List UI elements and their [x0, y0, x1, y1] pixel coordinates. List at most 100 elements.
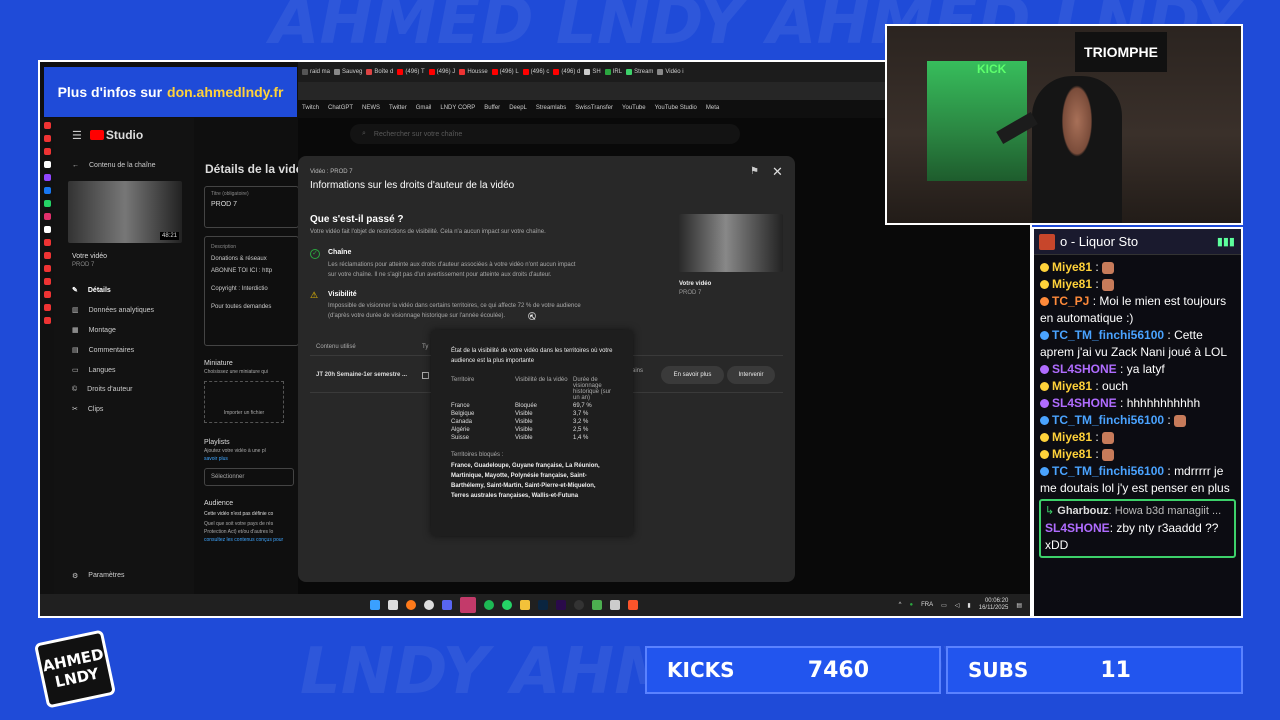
emote-icon	[1102, 278, 1115, 291]
brave-icon[interactable]	[628, 600, 638, 610]
feedback-icon[interactable]: ⚑	[750, 166, 759, 177]
bookmark-item[interactable]: Twitter	[389, 105, 407, 111]
battery-icon[interactable]: ▮	[967, 602, 970, 609]
chat-username[interactable]: Miye81	[1052, 447, 1092, 461]
chat-username[interactable]: Miye81	[1052, 277, 1092, 291]
browser-tab[interactable]: Sauveg	[334, 69, 362, 75]
import-thumbnail-button[interactable]: Importer un fichier	[204, 381, 284, 423]
nav-item[interactable]: ▤ Commentaires	[54, 340, 194, 360]
close-icon[interactable]: ✕	[772, 164, 783, 180]
description-field[interactable]: Description Donations & réseaux ABONNE T…	[204, 236, 299, 346]
bookmark-item[interactable]: Twitch	[302, 105, 319, 111]
tab-label: Sauveg	[342, 69, 363, 75]
bookmark-item[interactable]: Meta	[706, 105, 719, 111]
browser-tab[interactable]: (496) c	[522, 69, 549, 75]
discord-icon[interactable]	[442, 600, 452, 610]
chrome-icon[interactable]	[424, 600, 434, 610]
chat-username[interactable]: TC_TM_finchi56100	[1052, 464, 1164, 478]
tray-clock[interactable]: 00:06:20 16/11/2025	[979, 598, 1009, 612]
app-icon[interactable]	[610, 600, 620, 610]
chat-username[interactable]: TC_TM_finchi56100	[1052, 413, 1164, 427]
browser-tab[interactable]: Boîte d	[366, 69, 393, 75]
chat-username[interactable]: TC_TM_finchi56100	[1052, 328, 1164, 342]
nav-item[interactable]: ▦ Montage	[54, 320, 194, 340]
photoshop-icon[interactable]	[538, 600, 548, 610]
browser-tab[interactable]: SH	[584, 69, 601, 75]
nav-item[interactable]: © Droits d'auteur	[54, 380, 194, 399]
notifications-icon[interactable]: ▤	[1016, 602, 1022, 609]
table-cell: 3,7 %	[573, 411, 589, 417]
volume-icon[interactable]: ◁	[955, 602, 960, 609]
wall-poster: TRIOMPHE	[1075, 32, 1167, 72]
browser-tab[interactable]: (496) L	[491, 69, 519, 75]
reply-user: Gharbouz	[1057, 505, 1109, 517]
dialog-thumb-title: PROD 7	[679, 290, 702, 296]
network-icon[interactable]: ▭	[941, 602, 947, 609]
windows-start-icon[interactable]	[370, 600, 380, 610]
take-action-button[interactable]: Intervenir	[727, 366, 775, 384]
active-app-icon[interactable]	[460, 597, 476, 613]
nav-item[interactable]: ✂ Clips	[54, 399, 194, 419]
emote-icon	[1174, 414, 1187, 427]
audience-label: Audience	[204, 500, 234, 507]
reply-block: ↳ Gharbouz: Howa b3d managiit ... SL4SHO…	[1039, 499, 1236, 558]
browser-tab[interactable]: Stream	[626, 69, 653, 75]
bookmark-item[interactable]: SwissTransfer	[575, 105, 613, 111]
row-checkbox[interactable]	[422, 372, 429, 379]
nav-item[interactable]: ▭ Langues	[54, 360, 194, 380]
task-view-icon[interactable]	[388, 600, 398, 610]
browser-tab[interactable]: Vidéo i	[657, 69, 684, 75]
browser-tab[interactable]: Housse	[459, 69, 488, 75]
browser-tab[interactable]: raid ma	[302, 69, 330, 75]
bookmark-item[interactable]: YouTube Studio	[655, 105, 697, 111]
bookmark-item[interactable]: Gmail	[416, 105, 432, 111]
bookmark-item[interactable]: Streamlabs	[536, 105, 566, 111]
chat-username[interactable]: Miye81	[1052, 260, 1092, 274]
table-row: Canada Visible 3,2 %	[451, 418, 613, 426]
premiere-icon[interactable]	[556, 600, 566, 610]
bookmark-item[interactable]: ChatGPT	[328, 105, 353, 111]
dialog-thumb-label: Votre vidéo	[679, 281, 712, 287]
chevron-up-icon[interactable]: ^	[899, 602, 902, 608]
video-thumbnail[interactable]: 48:21	[68, 181, 182, 243]
chat-username[interactable]: SL4SHONE	[1052, 396, 1117, 410]
browser-tab[interactable]: (496) J	[428, 69, 455, 75]
tray-lang[interactable]: FRA	[921, 602, 933, 608]
menu-icon[interactable]: ☰	[72, 129, 82, 142]
browser-tab[interactable]: (496) T	[397, 69, 425, 75]
chat-username[interactable]: Miye81	[1052, 430, 1092, 444]
search-app-icon[interactable]	[406, 600, 416, 610]
bookmark-item[interactable]: LNDY CORP	[440, 105, 475, 111]
whatsapp-icon[interactable]	[502, 600, 512, 610]
taskbar: ^ ● FRA ▭ ◁ ▮ 00:06:20 16/11/2025 ▤	[40, 594, 1030, 616]
back-to-content[interactable]: ← Contenu de la chaîne	[54, 152, 194, 175]
bookmark-item[interactable]: DeepL	[509, 105, 527, 111]
nav-settings[interactable]: ⚙ Paramètres	[72, 572, 124, 580]
learn-more-button[interactable]: En savoir plus	[661, 366, 724, 384]
settings-label: Paramètres	[88, 572, 125, 579]
back-arrow-icon: ←	[72, 162, 79, 169]
spotify-icon[interactable]	[484, 600, 494, 610]
title-field[interactable]: Titre (obligatoire) PROD 7	[204, 186, 299, 228]
chat-badge-icon	[1040, 382, 1049, 392]
bookmark-item[interactable]: Buffer	[484, 105, 500, 111]
browser-tab[interactable]: IRL	[604, 69, 622, 75]
details-column: Titre (obligatoire) PROD 7 Description D…	[194, 158, 299, 594]
chat-username[interactable]: TC_PJ	[1052, 294, 1089, 308]
check-circle-icon: ✓	[310, 249, 320, 259]
banner-site[interactable]: don.ahmedlndy.fr	[167, 84, 283, 100]
play-icon[interactable]	[592, 600, 602, 610]
bookmark-item[interactable]: NEWS	[362, 105, 380, 111]
playlists-more-link[interactable]: savoir plus	[204, 456, 299, 462]
bookmark-item[interactable]: YouTube	[622, 105, 646, 111]
playlist-select[interactable]: Sélectionner	[204, 468, 294, 486]
chat-username[interactable]: Miye81	[1052, 379, 1092, 393]
nav-item[interactable]: ✎ Détails	[54, 280, 194, 300]
nav-item[interactable]: ▥ Données analytiques	[54, 300, 194, 320]
explorer-icon[interactable]	[520, 600, 530, 610]
chat-username[interactable]: SL4SHONE	[1052, 362, 1117, 376]
tab-favicon-icon	[522, 69, 529, 75]
browser-tab[interactable]: (496) d	[553, 69, 580, 75]
mic-icon[interactable]: ●	[910, 602, 914, 608]
obs-icon[interactable]	[574, 600, 584, 610]
